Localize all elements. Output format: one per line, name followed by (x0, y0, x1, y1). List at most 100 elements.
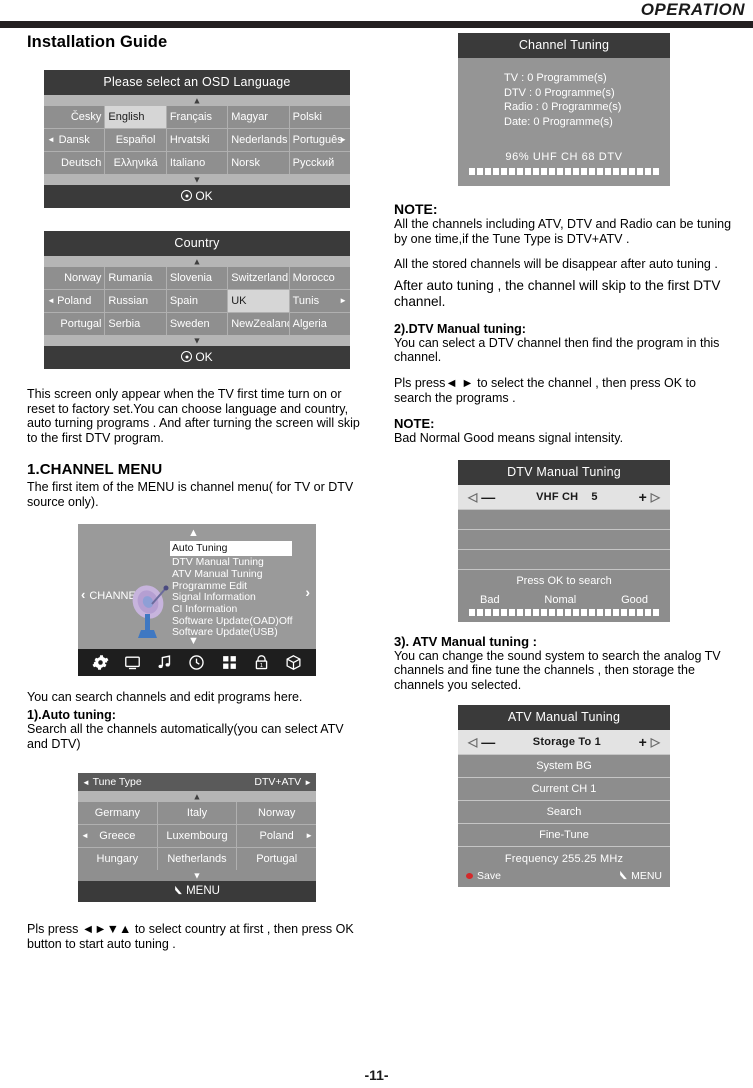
country-cell-russian[interactable]: Russian (105, 290, 167, 312)
country-cell-norway[interactable]: Norway (237, 802, 316, 824)
country-cell-portugal[interactable]: Portugal (44, 313, 106, 335)
country-cell-switzerland[interactable]: Switzerland (228, 267, 290, 289)
atv-row-fine-tune[interactable]: Fine-Tune (458, 822, 670, 846)
tune-type-scroll-down[interactable]: ▼ (78, 870, 316, 882)
osd-language-scroll-down[interactable]: ▼ (44, 174, 350, 185)
country-cell-portugal[interactable]: Portugal (237, 848, 316, 870)
language-cell-cesky[interactable]: Česky (44, 106, 106, 128)
stepper-right-arrow-icon[interactable]: ▷ (651, 491, 660, 503)
osd-country-ok-button[interactable]: OK (44, 346, 350, 369)
osd-language-dialog[interactable]: Please select an OSD Language ▲ Česky En… (44, 70, 350, 208)
country-cell-uk[interactable]: UK (228, 290, 290, 312)
channel-menu-list[interactable]: Auto Tuning DTV Manual Tuning ATV Manual… (170, 540, 293, 640)
osd-country-dialog[interactable]: Country ▲ Norway Rumania Slovenia Switze… (44, 231, 350, 369)
country-cell-norway[interactable]: Norway (44, 267, 106, 289)
stepper-plus-icon[interactable]: + (639, 490, 647, 504)
chevron-right-icon[interactable]: ► (305, 832, 313, 840)
language-cell-english[interactable]: English (105, 106, 167, 128)
country-cell-germany[interactable]: Germany (78, 802, 158, 825)
osd-country-scroll-up[interactable]: ▲ (44, 256, 350, 267)
dtv-manual-channel-stepper[interactable]: ◁ — VHF CH 5 + ▷ (458, 484, 670, 509)
country-cell-morocco[interactable]: Morocco (290, 267, 350, 289)
language-cell-greek[interactable]: Eλληνιká (105, 152, 167, 174)
chevron-right-icon[interactable]: ► (304, 778, 312, 787)
lock-icon[interactable]: 1 (253, 654, 270, 671)
language-cell-russian[interactable]: Pуcckий (290, 152, 350, 174)
country-cell-slovenia[interactable]: Slovenia (167, 267, 229, 289)
country-cell-serbia[interactable]: Serbia (105, 313, 167, 335)
music-note-icon[interactable] (156, 654, 173, 671)
country-cell-netherlands[interactable]: Netherlands (158, 848, 238, 871)
country-cell-spain[interactable]: Spain (167, 290, 229, 312)
chevron-left-icon[interactable]: ◄ (81, 832, 89, 840)
chevron-right-icon[interactable]: ► (339, 297, 347, 305)
dtv-heading: 2).DTV Manual tuning: (394, 321, 526, 336)
osd-language-scroll-up[interactable]: ▲ (44, 95, 350, 106)
dtv-manual-empty-row[interactable] (458, 528, 670, 549)
stepper-left-arrow-icon[interactable]: ◁ (468, 736, 477, 748)
menu-item-signal-information[interactable]: Signal Information (170, 592, 292, 604)
language-cell-polski[interactable]: Polski (290, 106, 350, 128)
osd-atv-manual-tuning[interactable]: ATV Manual Tuning ◁ — Storage To 1 + ▷ S… (458, 704, 670, 887)
menu-item-dtv-manual-tuning[interactable]: DTV Manual Tuning (170, 557, 292, 569)
language-cell-magyar[interactable]: Magyar (228, 106, 290, 128)
country-cell-hungary[interactable]: Hungary (78, 848, 158, 871)
tune-type-scroll-up[interactable]: ▲ (78, 791, 316, 803)
clock-icon[interactable] (188, 654, 205, 671)
country-cell-sweden[interactable]: Sweden (167, 313, 229, 335)
country-cell-rumania[interactable]: Rumania (105, 267, 167, 289)
atv-menu-button[interactable]: MENU (619, 870, 662, 882)
chevron-left-icon[interactable]: ◄ (47, 136, 55, 144)
stepper-right-arrow-icon[interactable]: ▷ (651, 736, 660, 748)
atv-action-bar: Save MENU (458, 870, 670, 887)
menu-item-atv-manual-tuning[interactable]: ATV Manual Tuning (170, 569, 292, 581)
atv-manual-storage-stepper[interactable]: ◁ — Storage To 1 + ▷ (458, 729, 670, 754)
osd-channel-menu[interactable]: ▲ ▼ ‹ CHANNEL › Auto Tuning DTV Manual Tu… (78, 523, 316, 676)
language-cell-deutsch[interactable]: Deutsch (44, 152, 106, 174)
channel-menu-icon-bar[interactable]: 1 (78, 648, 316, 676)
atv-row-system[interactable]: System BG (458, 753, 670, 777)
gear-icon[interactable] (92, 654, 109, 671)
tune-type-menu-button[interactable]: MENU (78, 881, 316, 903)
grid-icon[interactable] (221, 654, 238, 671)
menu-item-software-update-oad[interactable]: Software Update(OAD)Off (170, 616, 293, 628)
chevron-up-icon[interactable]: ▲ (188, 527, 199, 539)
osd-tune-type[interactable]: ◄ Tune Type DTV+ATV ► ▲ Germany Italy No… (78, 773, 316, 903)
menu-item-auto-tuning[interactable]: Auto Tuning (170, 540, 292, 557)
chevron-right-icon[interactable]: ► (339, 136, 347, 144)
menu-item-software-update-usb[interactable]: Software Update(USB) (170, 627, 292, 639)
country-cell-newzealand[interactable]: NewZealand (228, 313, 290, 335)
language-cell-nederlands[interactable]: Nederlands (228, 129, 290, 151)
language-cell-italiano[interactable]: Italiano (167, 152, 229, 174)
osd-dtv-manual-tuning[interactable]: DTV Manual Tuning ◁ — VHF CH 5 + ▷ Press… (458, 459, 670, 622)
menu-item-ci-information[interactable]: CI Information (170, 604, 292, 616)
country-cell-luxembourg[interactable]: Luxembourg (158, 825, 238, 848)
country-cell-algeria[interactable]: Algeria (290, 313, 350, 335)
auto-tuning-text: Search all the channels automatically(yo… (27, 722, 344, 751)
language-cell-norsk[interactable]: Norsk (228, 152, 290, 174)
chevron-left-icon[interactable]: ◄ (47, 297, 55, 305)
osd-language-ok-button[interactable]: OK (44, 185, 350, 208)
osd-country-scroll-down[interactable]: ▼ (44, 335, 350, 346)
language-cell-francais[interactable]: Français (167, 106, 229, 128)
monitor-icon[interactable] (124, 654, 141, 671)
osd-language-row: ◄ ► Dansk Español Hrvatski Nederlands Po… (44, 129, 350, 152)
tune-type-header[interactable]: ◄ Tune Type DTV+ATV ► (78, 773, 316, 792)
stepper-plus-icon[interactable]: + (639, 735, 647, 749)
dtv-manual-empty-row[interactable] (458, 508, 670, 529)
stepper-minus-icon[interactable]: — (481, 490, 495, 504)
cube-icon[interactable] (285, 654, 302, 671)
menu-item-programme-edit[interactable]: Programme Edit (170, 581, 292, 593)
chevron-left-icon[interactable]: ◄ (82, 778, 90, 787)
dtv-manual-empty-row[interactable] (458, 548, 670, 569)
stepper-minus-icon[interactable]: — (481, 735, 495, 749)
atv-save-button[interactable]: Save (466, 870, 501, 882)
chevron-right-icon[interactable]: › (305, 585, 310, 599)
language-cell-espanol[interactable]: Español (105, 129, 167, 151)
stepper-left-arrow-icon[interactable]: ◁ (468, 491, 477, 503)
atv-row-current-ch[interactable]: Current CH 1 (458, 776, 670, 800)
country-cell-greece[interactable]: Greece (78, 825, 158, 848)
atv-row-search[interactable]: Search (458, 799, 670, 823)
language-cell-hrvatski[interactable]: Hrvatski (167, 129, 229, 151)
country-cell-italy[interactable]: Italy (158, 802, 238, 825)
